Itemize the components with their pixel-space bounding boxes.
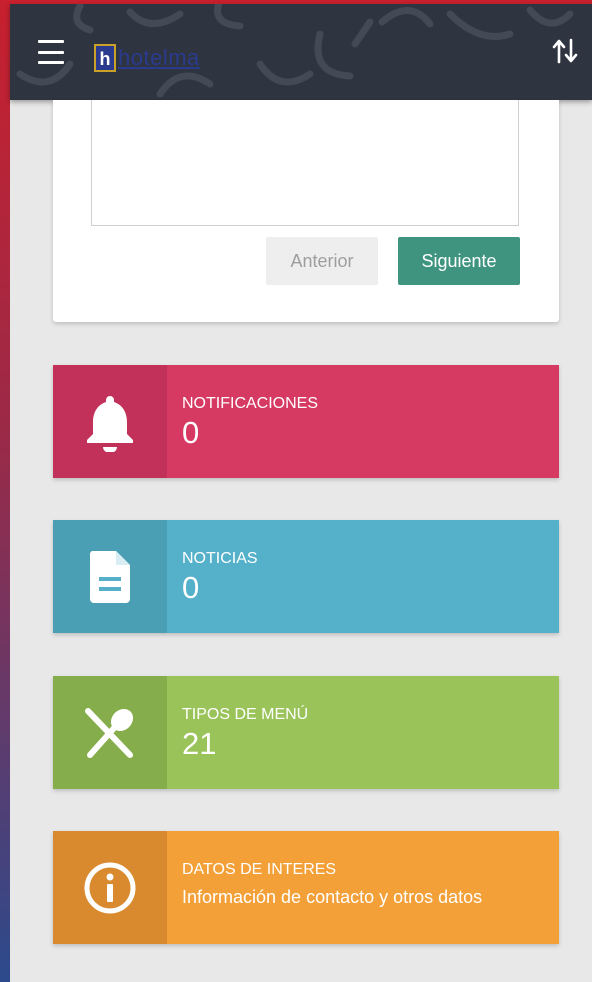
app-bar: h hotelma (10, 4, 592, 100)
tile-title: DATOS DE INTERES (182, 861, 337, 878)
fork-spoon-icon (85, 707, 134, 758)
hamburger-icon-bar (38, 61, 64, 64)
tile-menu-types[interactable]: TIPOS DE MENÚ 21 (53, 676, 559, 789)
sort-button[interactable] (552, 36, 578, 66)
tile-body: TIPOS DE MENÚ 21 (167, 676, 559, 789)
tile-value: 0 (182, 570, 200, 605)
message-textarea[interactable] (91, 100, 519, 226)
side-accent-strip (0, 0, 10, 982)
logo-text: hotelma (118, 45, 200, 70)
tile-news[interactable]: NOTICIAS 0 (53, 520, 559, 633)
tile-icon-area (53, 676, 167, 789)
tile-description: Información de contacto y otros datos (182, 887, 483, 907)
tile-icon-area (53, 831, 167, 944)
tile-info[interactable]: DATOS DE INTERES Información de contacto… (53, 831, 559, 944)
app-logo[interactable]: h hotelma (94, 42, 200, 74)
tile-value: 21 (182, 726, 217, 761)
tile-notifications[interactable]: NOTIFICACIONES 0 (53, 365, 559, 478)
next-button[interactable]: Siguiente (398, 237, 520, 285)
previous-button[interactable]: Anterior (266, 237, 378, 285)
tile-icon-area (53, 365, 167, 478)
tile-body: DATOS DE INTERES Información de contacto… (167, 831, 559, 944)
tile-title: NOTICIAS (182, 550, 258, 567)
tile-body: NOTICIAS 0 (167, 520, 559, 633)
form-card: Anterior Siguiente (53, 100, 559, 322)
document-icon (89, 550, 130, 603)
sort-arrows-icon (552, 38, 578, 64)
hamburger-icon-bar (38, 50, 64, 54)
tile-title: NOTIFICACIONES (182, 395, 319, 412)
bell-icon (87, 395, 133, 452)
tile-title: TIPOS DE MENÚ (182, 706, 309, 723)
menu-button[interactable] (38, 40, 70, 64)
info-icon (84, 862, 136, 913)
logo-mark: h (94, 44, 116, 72)
tile-icon-area (53, 520, 167, 633)
tile-body: NOTIFICACIONES 0 (167, 365, 559, 478)
tile-value: 0 (182, 415, 200, 450)
hamburger-icon-bar (38, 40, 64, 43)
